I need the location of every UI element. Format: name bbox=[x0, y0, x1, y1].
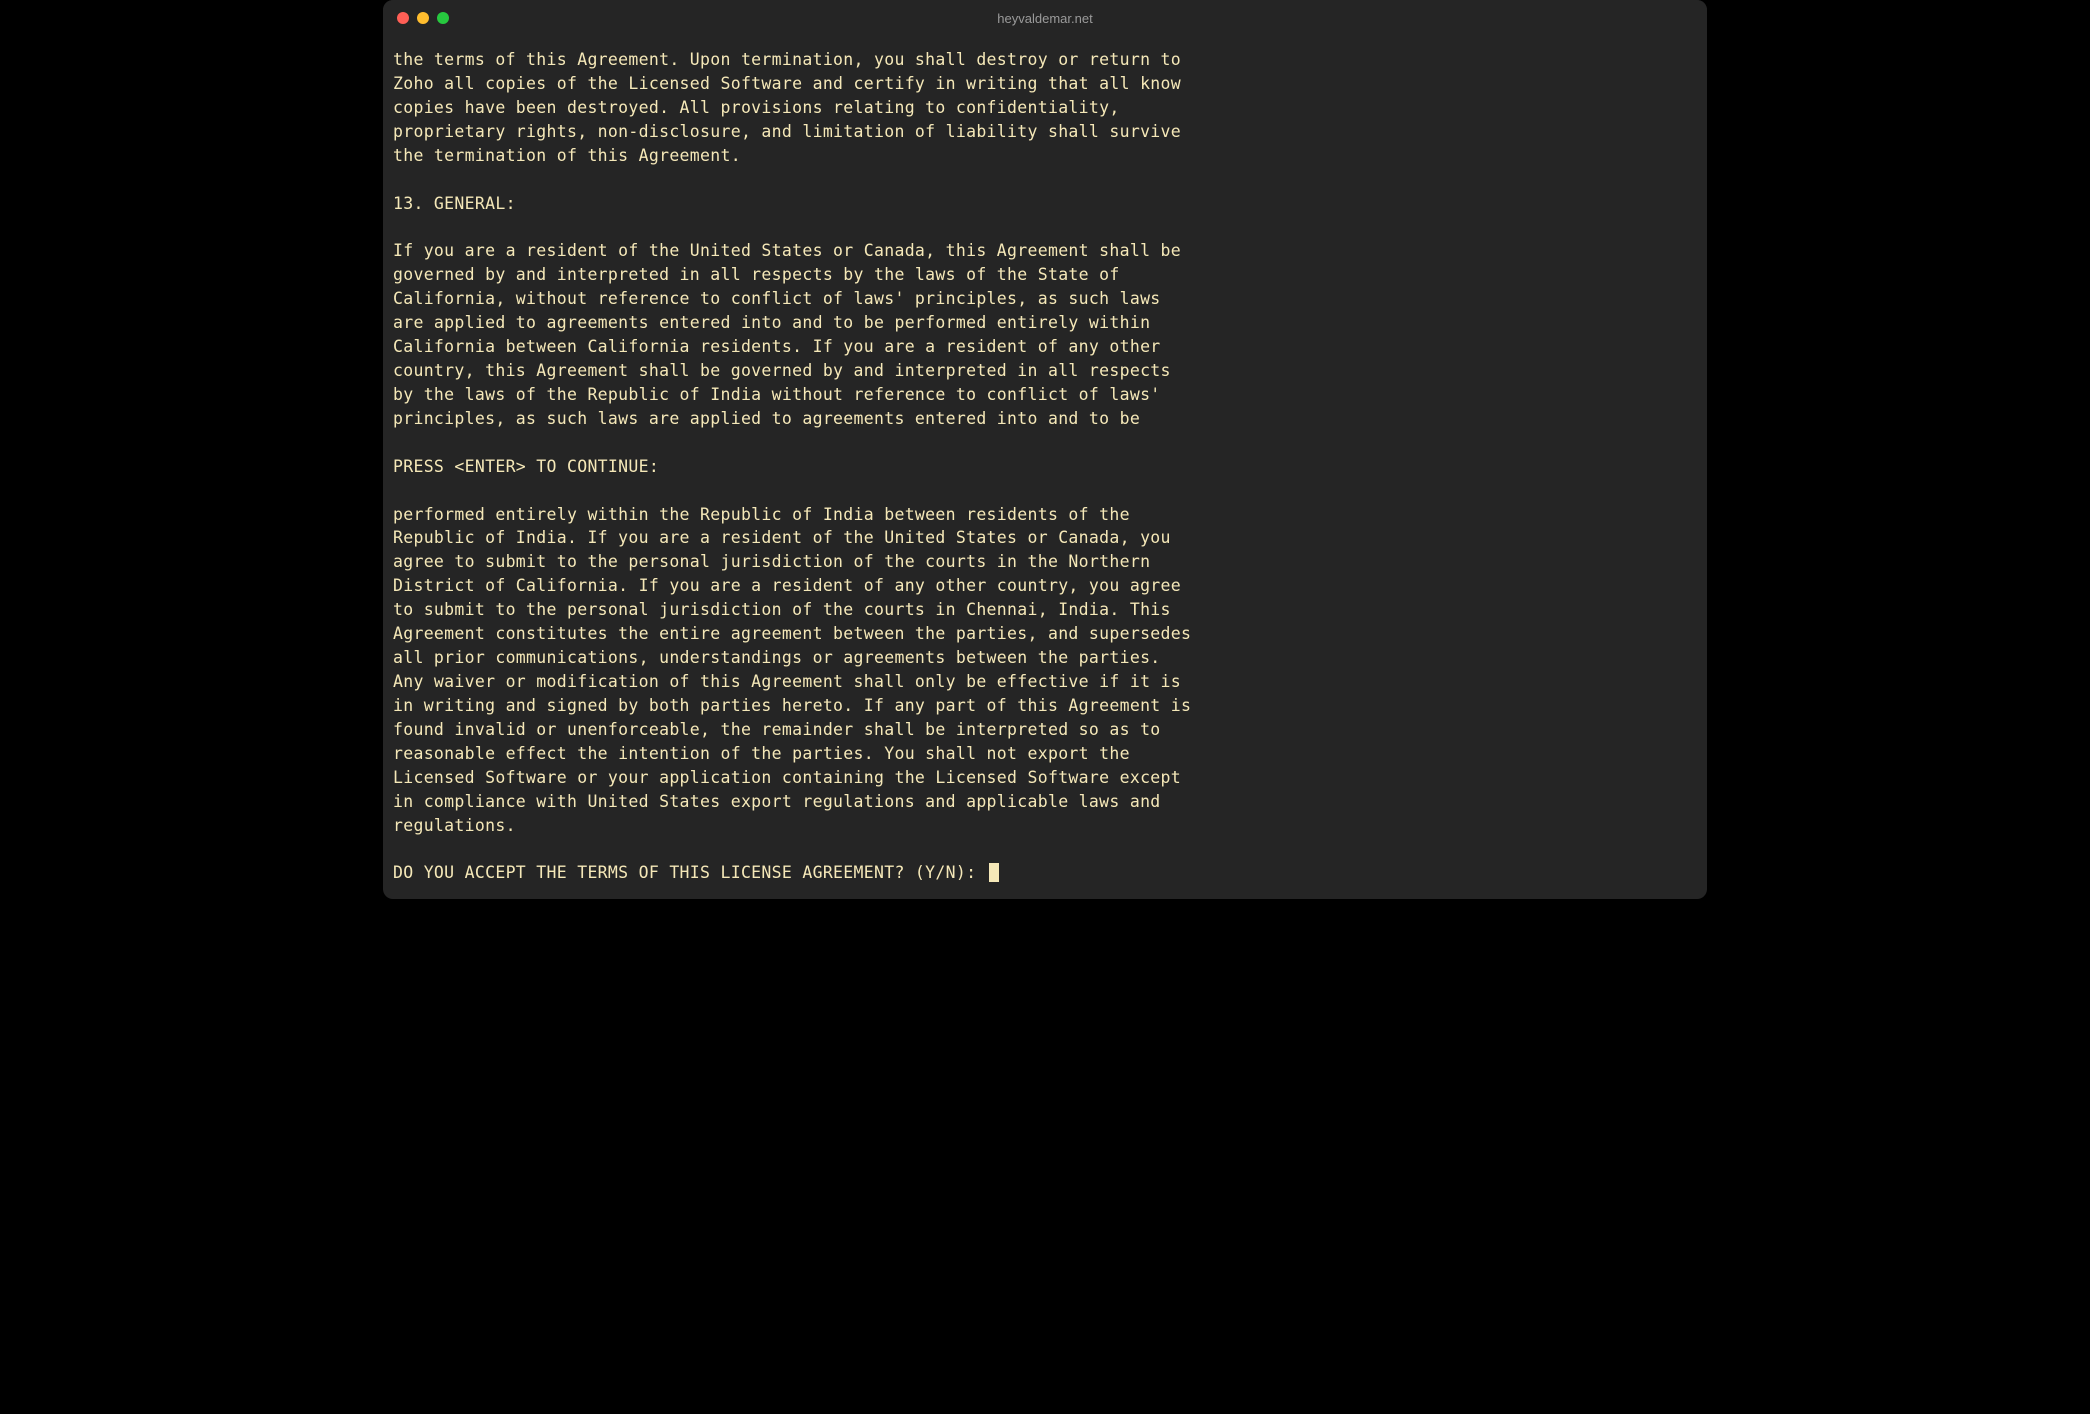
minimize-button[interactable] bbox=[417, 12, 429, 24]
window-title: heyvaldemar.net bbox=[397, 11, 1693, 26]
terminal-line: 13. GENERAL: bbox=[393, 192, 1697, 216]
terminal-line: regulations. bbox=[393, 814, 1697, 838]
terminal-line: performed entirely within the Republic o… bbox=[393, 503, 1697, 527]
traffic-lights bbox=[397, 12, 449, 24]
titlebar: heyvaldemar.net bbox=[383, 0, 1707, 36]
terminal-line: by the laws of the Republic of India wit… bbox=[393, 383, 1697, 407]
blank-line bbox=[393, 431, 1697, 455]
close-button[interactable] bbox=[397, 12, 409, 24]
terminal-line: proprietary rights, non-disclosure, and … bbox=[393, 120, 1697, 144]
cursor bbox=[989, 863, 999, 882]
terminal-line: Agreement constitutes the entire agreeme… bbox=[393, 622, 1697, 646]
terminal-line: California between California residents.… bbox=[393, 335, 1697, 359]
terminal-line: reasonable effect the intention of the p… bbox=[393, 742, 1697, 766]
blank-line bbox=[393, 837, 1697, 861]
terminal-line: found invalid or unenforceable, the rema… bbox=[393, 718, 1697, 742]
terminal-content[interactable]: the terms of this Agreement. Upon termin… bbox=[383, 36, 1707, 899]
terminal-line: in writing and signed by both parties he… bbox=[393, 694, 1697, 718]
terminal-line: PRESS <ENTER> TO CONTINUE: bbox=[393, 455, 1697, 479]
terminal-line: country, this Agreement shall be governe… bbox=[393, 359, 1697, 383]
terminal-line: to submit to the personal jurisdiction o… bbox=[393, 598, 1697, 622]
terminal-line: District of California. If you are a res… bbox=[393, 574, 1697, 598]
blank-line bbox=[393, 168, 1697, 192]
prompt-text: DO YOU ACCEPT THE TERMS OF THIS LICENSE … bbox=[393, 863, 987, 882]
terminal-line: principles, as such laws are applied to … bbox=[393, 407, 1697, 431]
terminal-line: governed by and interpreted in all respe… bbox=[393, 263, 1697, 287]
terminal-line: Licensed Software or your application co… bbox=[393, 766, 1697, 790]
blank-line bbox=[393, 215, 1697, 239]
terminal-line: the terms of this Agreement. Upon termin… bbox=[393, 48, 1697, 72]
terminal-line: Any waiver or modification of this Agree… bbox=[393, 670, 1697, 694]
terminal-line: are applied to agreements entered into a… bbox=[393, 311, 1697, 335]
terminal-line: Zoho all copies of the Licensed Software… bbox=[393, 72, 1697, 96]
accept-prompt[interactable]: DO YOU ACCEPT THE TERMS OF THIS LICENSE … bbox=[393, 861, 1697, 885]
terminal-line: California, without reference to conflic… bbox=[393, 287, 1697, 311]
terminal-line: all prior communications, understandings… bbox=[393, 646, 1697, 670]
terminal-line: the termination of this Agreement. bbox=[393, 144, 1697, 168]
terminal-line: Republic of India. If you are a resident… bbox=[393, 526, 1697, 550]
terminal-window: heyvaldemar.net the terms of this Agreem… bbox=[383, 0, 1707, 899]
maximize-button[interactable] bbox=[437, 12, 449, 24]
blank-line bbox=[393, 479, 1697, 503]
terminal-line: agree to submit to the personal jurisdic… bbox=[393, 550, 1697, 574]
terminal-line: in compliance with United States export … bbox=[393, 790, 1697, 814]
terminal-line: copies have been destroyed. All provisio… bbox=[393, 96, 1697, 120]
terminal-line: If you are a resident of the United Stat… bbox=[393, 239, 1697, 263]
